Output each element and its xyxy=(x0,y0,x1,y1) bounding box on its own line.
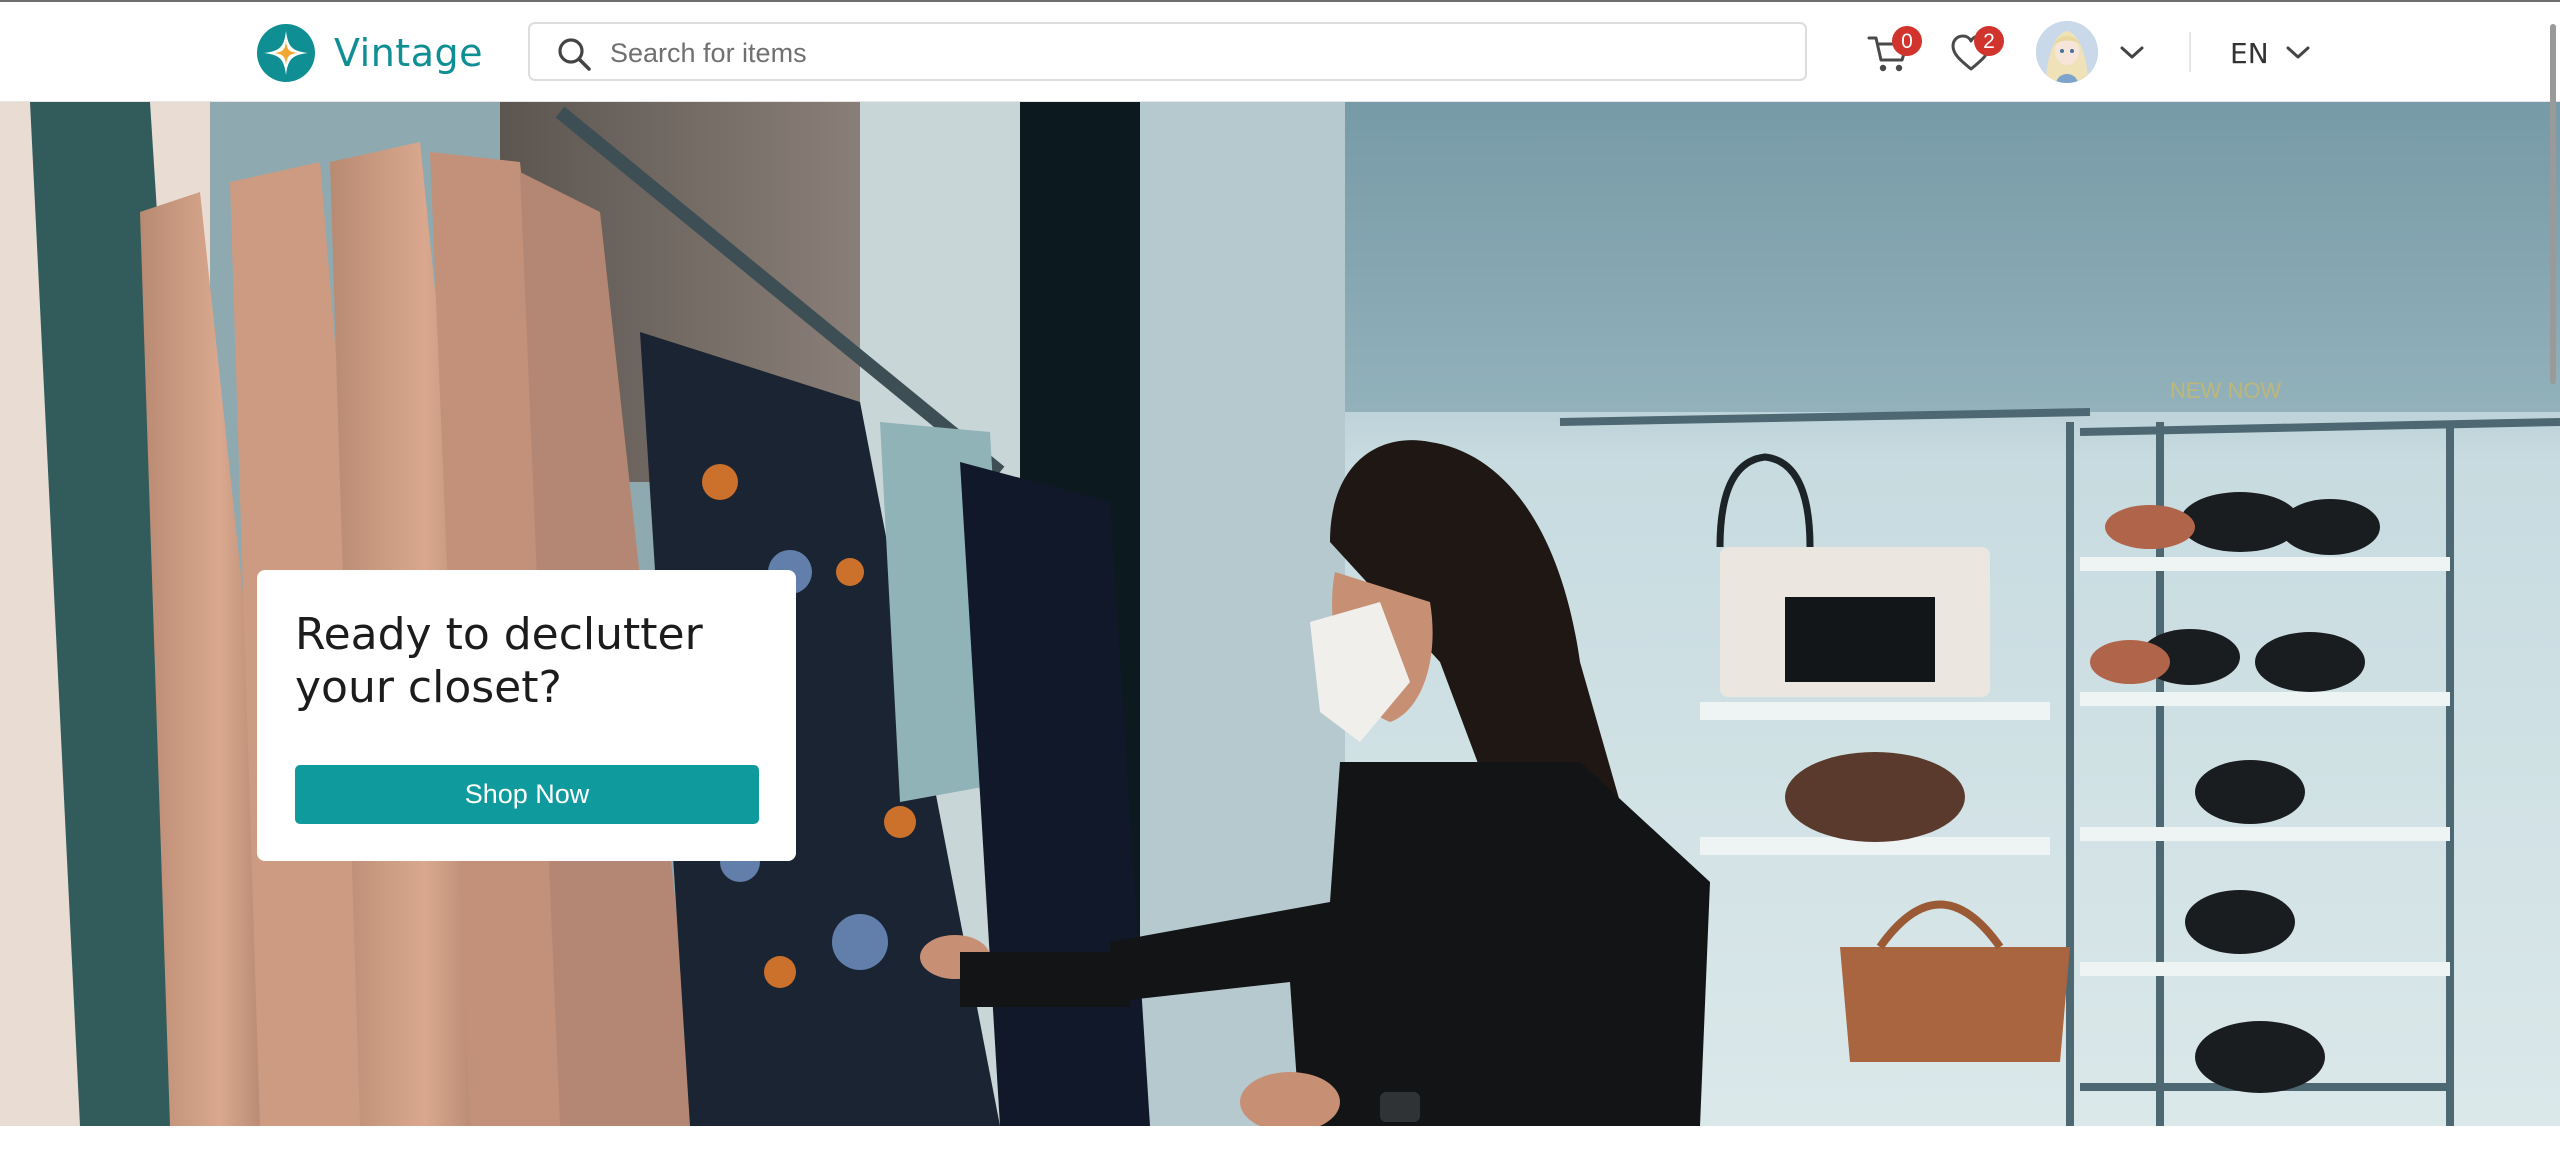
chevron-down-icon xyxy=(2286,46,2310,59)
hero-banner: NEW NOW Ready to declutter your closet? … xyxy=(0,102,2560,1126)
vintage-star-logo-icon xyxy=(257,24,315,82)
scrollbar-thumb[interactable] xyxy=(2550,24,2556,384)
hero-cta-card: Ready to declutter your closet? Shop Now xyxy=(257,570,796,861)
avatar-image xyxy=(2036,21,2098,83)
cart-count-badge: 0 xyxy=(1892,26,1922,56)
avatar[interactable] xyxy=(2036,21,2098,83)
search-bar[interactable] xyxy=(528,22,1807,81)
search-icon xyxy=(558,38,591,71)
header-divider xyxy=(2189,32,2191,72)
shop-now-button[interactable]: Shop Now xyxy=(295,765,759,824)
language-selector[interactable]: EN xyxy=(2230,36,2311,70)
store-sign: NEW NOW xyxy=(2170,378,2281,403)
brand-logo[interactable]: Vintage xyxy=(256,22,483,84)
search-input[interactable] xyxy=(608,30,1792,76)
top-navigation-bar: Vintage 0 2 xyxy=(0,2,2560,102)
cart-button[interactable]: 0 xyxy=(1866,26,1922,76)
hero-title: Ready to declutter your closet? xyxy=(295,609,703,713)
favorites-button[interactable]: 2 xyxy=(1948,26,2004,76)
language-label: EN xyxy=(2230,36,2269,70)
brand-name: Vintage xyxy=(334,31,483,75)
page-content-below-hero xyxy=(0,1126,2560,1172)
favorites-count-badge: 2 xyxy=(1974,26,2004,56)
chevron-down-icon[interactable] xyxy=(2118,44,2146,62)
